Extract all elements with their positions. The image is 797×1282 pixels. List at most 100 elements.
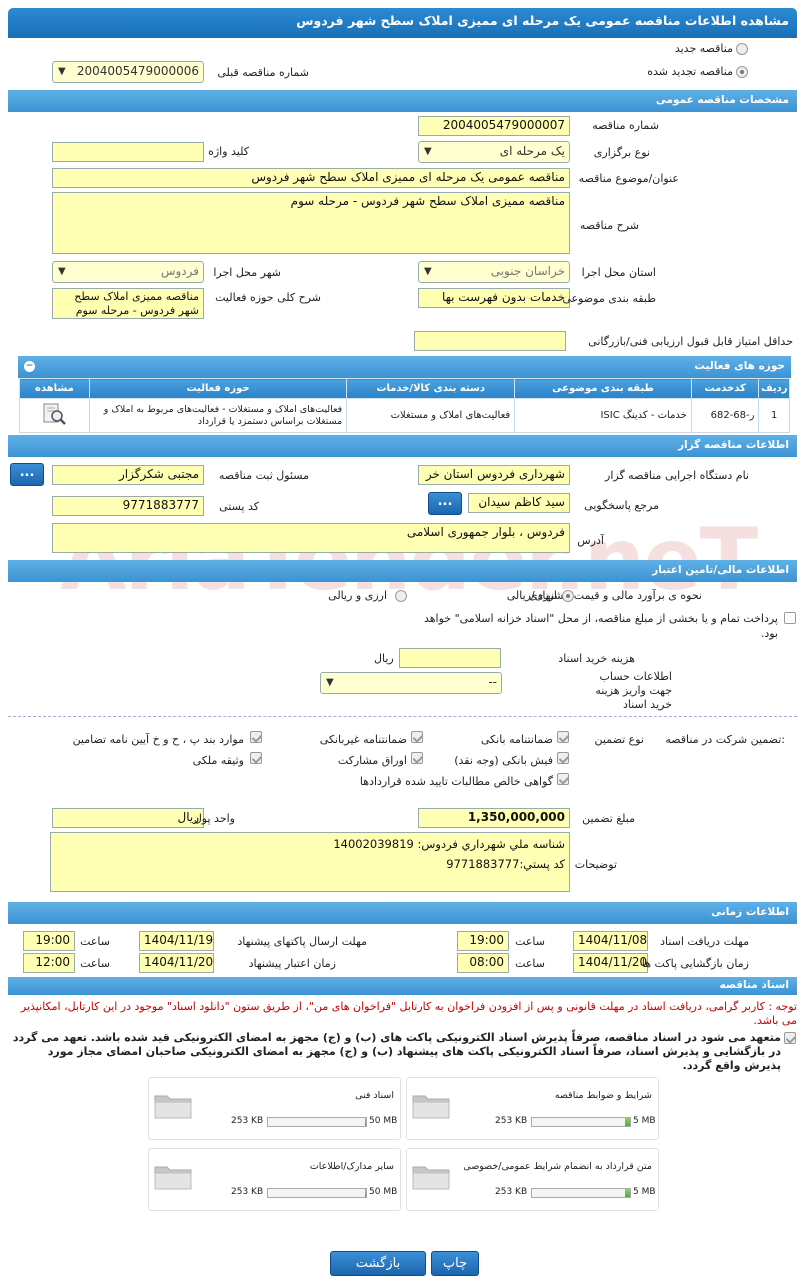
commit-checkbox[interactable] (784, 1032, 796, 1044)
divider (8, 716, 797, 717)
doc-receive-time[interactable]: 19:00 (457, 931, 509, 951)
col-field: حوزه فعالیت (88, 378, 348, 399)
new-tender-radio[interactable] (736, 43, 748, 55)
activity-table: ردیف کدخدمت طبقه بندی موضوعی دسته بندی ک… (19, 378, 790, 433)
opt-cash-checkbox[interactable] (557, 752, 569, 764)
province-label: استان محل اجرا (581, 266, 656, 279)
file-size: 253 KB (231, 1116, 264, 1126)
file-size: 253 KB (495, 1116, 528, 1126)
folder-icon (154, 1095, 192, 1119)
subject-field[interactable]: مناقصه عمومی یک مرحله ای ممیزی املاک سطح… (52, 168, 570, 188)
scope-field[interactable]: مناقصه ممیزی املاک سطح شهر فردوس - مرحله… (52, 288, 204, 319)
treasury-checkbox[interactable] (784, 612, 796, 624)
print-button[interactable]: چاپ (431, 1251, 479, 1276)
description-field[interactable]: مناقصه ممیزی املاک سطح شهر فردوس - مرحله… (52, 192, 570, 254)
account-label: اطلاعات حساب جهت واریز هزینه خرید اسناد (595, 670, 672, 711)
account-select[interactable]: ▼ -- (320, 672, 502, 694)
file-size: 253 KB (231, 1187, 264, 1197)
docs-section-header: اسناد مناقصه (8, 977, 797, 995)
tender-number-label: شماره مناقصه (592, 119, 659, 132)
currency-label: واحد پول (193, 812, 235, 825)
chevron-down-icon: ▼ (58, 66, 66, 77)
validity-label: زمان اعتبار پیشنهاد (248, 957, 336, 970)
reference-button[interactable]: ... (428, 492, 462, 515)
file-name: سایر مدارک/اطلاعات (309, 1161, 394, 1172)
city-select[interactable]: ▼ فردوس (52, 261, 204, 283)
file-max: 50 MB (369, 1116, 398, 1126)
new-tender-label: مناقصه جدید (674, 42, 733, 55)
registrar-button[interactable]: ... (10, 463, 44, 486)
notes-field[interactable]: شناسه ملي شهرداري فردوس: 14002039819 کد … (50, 832, 570, 892)
reference-field[interactable]: سید کاظم سیدان (468, 493, 570, 513)
organizer-section-header: اطلاعات مناقصه گزار (8, 435, 797, 457)
opt-bonds-checkbox[interactable] (411, 752, 423, 764)
description-label: شرح مناقصه (579, 219, 639, 232)
org-field[interactable]: شهرداری فردوس استان خر (418, 465, 570, 485)
file-name: شرایط و ضوابط مناقصه (554, 1090, 652, 1101)
min-score-field[interactable] (414, 331, 566, 351)
org-label: نام دستگاه اجرایی مناقصه گزار (605, 469, 749, 482)
address-field[interactable]: فردوس ، بلوار جمهوری اسلامی (52, 523, 570, 553)
chevron-down-icon: ▼ (424, 266, 432, 277)
doc-receive-time-label: ساعت (515, 935, 545, 948)
file-name: اسناد فنی (355, 1090, 394, 1101)
finance-section-header: اطلاعات مالی/تامین اعتبار (8, 560, 797, 582)
notes-label: توضیحات (574, 858, 617, 871)
opt-claims-checkbox[interactable] (557, 773, 569, 785)
prev-number-select[interactable]: ▼ 2004005479000006 (52, 61, 204, 83)
col-code: کدخدمت (690, 378, 760, 399)
table-row: 1 ر-68-682 خدمات - کدینگ ISIC فعالیت‌های… (19, 398, 790, 433)
chevron-down-icon: ▼ (326, 677, 334, 688)
category-label: طبقه بندی موضوعی (562, 292, 656, 305)
opt-rules-checkbox[interactable] (250, 731, 262, 743)
collapse-icon[interactable]: − (24, 361, 35, 372)
chevron-down-icon: ▼ (58, 266, 66, 277)
doc-cost-unit: ریال (374, 652, 394, 665)
page-title: مشاهده اطلاعات مناقصه عمومی یک مرحله ای … (8, 8, 797, 38)
category-field[interactable]: خدمات بدون فهرست بها (418, 288, 570, 308)
opt-property-checkbox[interactable] (250, 752, 262, 764)
fx-radio[interactable] (395, 590, 407, 602)
amount-label: مبلغ تضمین (582, 812, 635, 825)
doc-cost-field[interactable] (399, 648, 501, 668)
docs-notice: توجه : کاربر گرامی، دریافت اسناد در مهلت… (20, 1000, 797, 1027)
open-time[interactable]: 08:00 (457, 953, 509, 973)
province-select[interactable]: ▼ خراسان جنوبی (418, 261, 570, 283)
opt-nonbank-checkbox[interactable] (411, 731, 423, 743)
validity-time[interactable]: 12:00 (23, 953, 75, 973)
send-date[interactable]: 1404/11/19 (139, 931, 214, 951)
currency-field[interactable]: ریال (52, 808, 204, 828)
address-label: آدرس (577, 534, 604, 547)
guarantee-intro-label: تضمین شرکت در مناقصه: (665, 733, 785, 746)
file-card[interactable]: متن قرارداد به انضمام شرایط عمومی/خصوصی … (406, 1148, 659, 1211)
rial-radio[interactable] (562, 590, 574, 602)
registrar-field[interactable]: مجتبی شکرگزار (52, 465, 204, 485)
reference-label: مرجع پاسخگویی (584, 499, 659, 512)
back-button[interactable]: بازگشت (330, 1251, 426, 1276)
file-max: 5 MB (633, 1187, 656, 1197)
notes-line-2: کد پستي:9771883777 (446, 857, 565, 871)
open-date[interactable]: 1404/11/20 (573, 953, 648, 973)
folder-icon (412, 1166, 450, 1190)
send-time[interactable]: 19:00 (23, 931, 75, 951)
file-card[interactable]: شرایط و ضوابط مناقصه 253 KB 5 MB (406, 1077, 659, 1140)
prev-number-label: شماره مناقصه قبلی (217, 66, 309, 79)
opt-bank-checkbox[interactable] (557, 731, 569, 743)
tender-number-field[interactable]: 2004005479000007 (418, 116, 570, 136)
renewed-tender-radio[interactable] (736, 66, 748, 78)
opt-bonds-label: اوراق مشارکت (337, 754, 407, 767)
magnifier-doc-icon[interactable] (41, 402, 67, 426)
keyword-field[interactable] (52, 142, 204, 162)
validity-date[interactable]: 1404/11/20 (139, 953, 214, 973)
guarantee-type-label: نوع تضمین (594, 733, 644, 746)
file-card[interactable]: سایر مدارک/اطلاعات 253 KB 50 MB (148, 1148, 401, 1211)
chevron-down-icon: ▼ (424, 146, 432, 157)
postal-field[interactable]: 9771883777 (52, 496, 204, 516)
amount-field[interactable]: 1,350,000,000 (418, 808, 570, 828)
city-label: شهر محل اجرا (213, 266, 281, 279)
type-select[interactable]: ▼ یک مرحله ای (418, 141, 570, 163)
general-section-header: مشخصات مناقصه عمومی (8, 90, 797, 112)
file-card[interactable]: اسناد فنی 253 KB 50 MB (148, 1077, 401, 1140)
doc-receive-date[interactable]: 1404/11/08 (573, 931, 648, 951)
postal-label: کد پستی (219, 500, 259, 513)
